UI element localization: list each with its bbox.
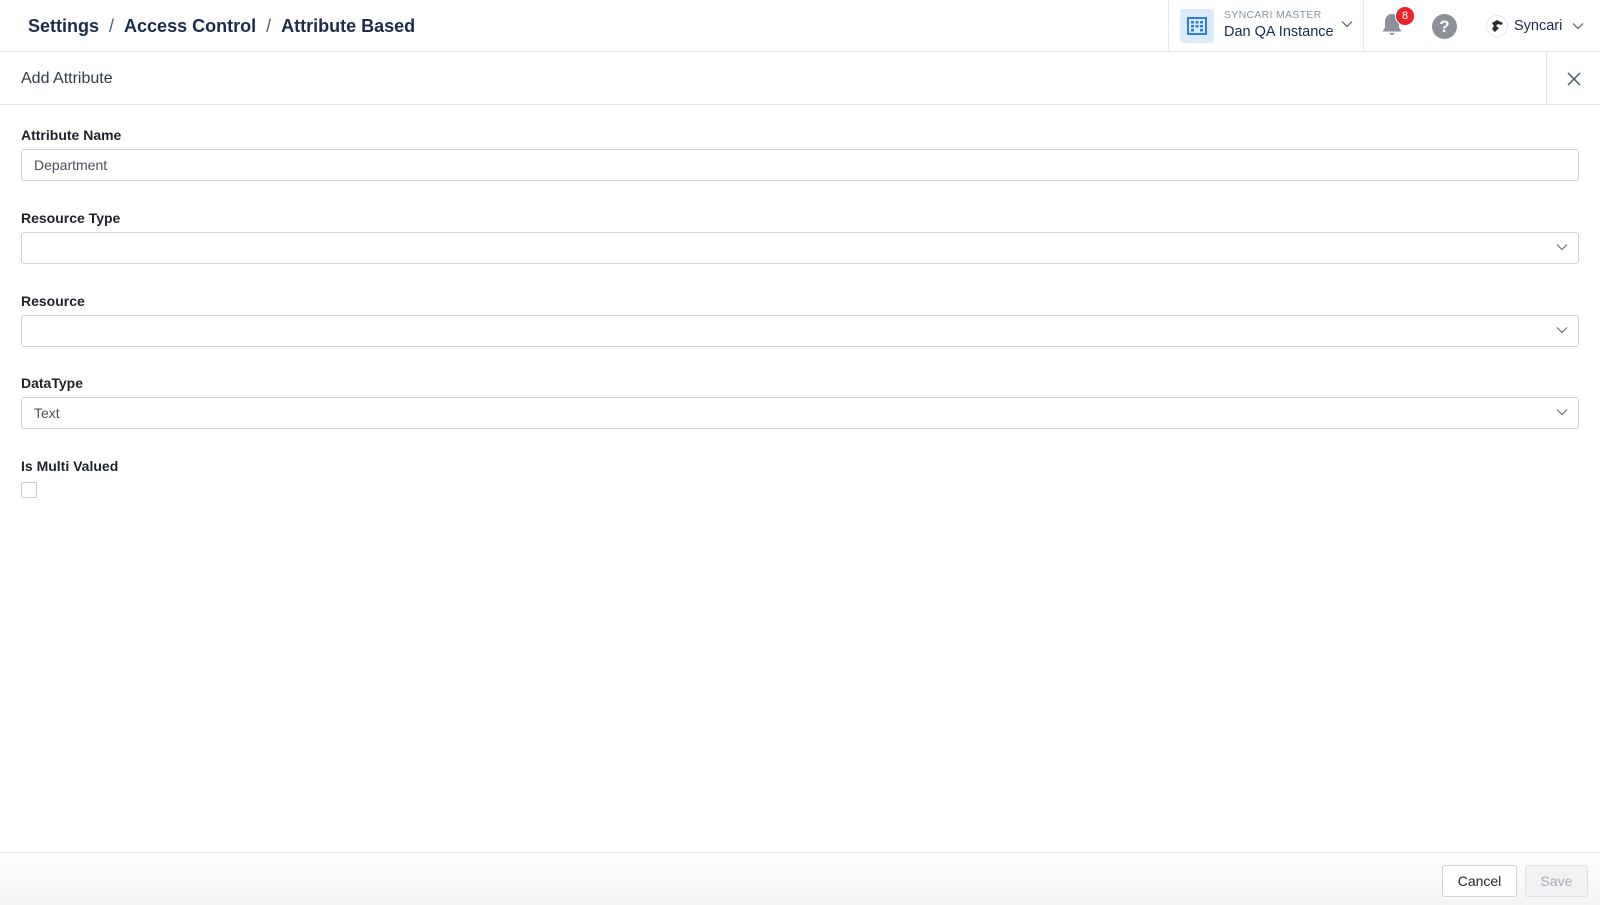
breadcrumb-separator: / bbox=[109, 15, 115, 36]
help-icon[interactable]: ? bbox=[1432, 14, 1457, 39]
data-type-select[interactable]: Text bbox=[21, 397, 1579, 429]
user-name: Syncari bbox=[1514, 18, 1563, 34]
chevron-down-icon bbox=[1572, 23, 1584, 30]
resource-label: Resource bbox=[21, 293, 85, 309]
close-icon bbox=[1566, 71, 1581, 86]
cancel-button[interactable]: Cancel bbox=[1442, 865, 1517, 897]
user-menu[interactable]: Syncari bbox=[1486, 0, 1584, 52]
building-icon bbox=[1180, 9, 1214, 43]
panel-header: Add Attribute bbox=[0, 52, 1600, 105]
attribute-name-label: Attribute Name bbox=[21, 127, 122, 143]
breadcrumb-separator: / bbox=[266, 15, 272, 36]
attribute-name-value: Department bbox=[34, 157, 108, 173]
avatar-icon bbox=[1486, 15, 1508, 37]
chevron-down-icon bbox=[1556, 244, 1568, 251]
notifications-button[interactable]: 8 bbox=[1380, 6, 1415, 40]
chevron-down-icon bbox=[1556, 409, 1568, 416]
instance-selector[interactable]: SYNCARI MASTER Dan QA Instance bbox=[1168, 0, 1364, 51]
data-type-value: Text bbox=[34, 405, 60, 421]
resource-type-select[interactable] bbox=[21, 232, 1579, 264]
instance-top-label: SYNCARI MASTER bbox=[1224, 9, 1322, 21]
is-multi-valued-checkbox[interactable] bbox=[21, 482, 37, 498]
breadcrumb-settings[interactable]: Settings bbox=[28, 16, 99, 37]
help-symbol: ? bbox=[1439, 16, 1450, 36]
instance-name: Dan QA Instance bbox=[1224, 24, 1334, 40]
resource-type-label: Resource Type bbox=[21, 210, 121, 226]
panel-footer: Cancel Save bbox=[0, 852, 1600, 905]
resource-select[interactable] bbox=[21, 315, 1579, 347]
breadcrumb-access-control[interactable]: Access Control bbox=[124, 16, 256, 37]
breadcrumb: Settings / Access Control / Attribute Ba… bbox=[28, 0, 415, 52]
breadcrumb-attribute-based: Attribute Based bbox=[281, 15, 416, 36]
chevron-down-icon bbox=[1341, 21, 1353, 28]
close-button[interactable] bbox=[1546, 52, 1600, 105]
top-header: Settings / Access Control / Attribute Ba… bbox=[0, 0, 1600, 52]
panel-title: Add Attribute bbox=[21, 69, 113, 87]
chevron-down-icon bbox=[1556, 327, 1568, 334]
notification-badge: 8 bbox=[1395, 6, 1415, 26]
is-multi-valued-label: Is Multi Valued bbox=[21, 458, 119, 474]
data-type-label: DataType bbox=[21, 375, 83, 391]
attribute-name-input[interactable]: Department bbox=[21, 149, 1579, 181]
save-button[interactable]: Save bbox=[1525, 865, 1588, 897]
